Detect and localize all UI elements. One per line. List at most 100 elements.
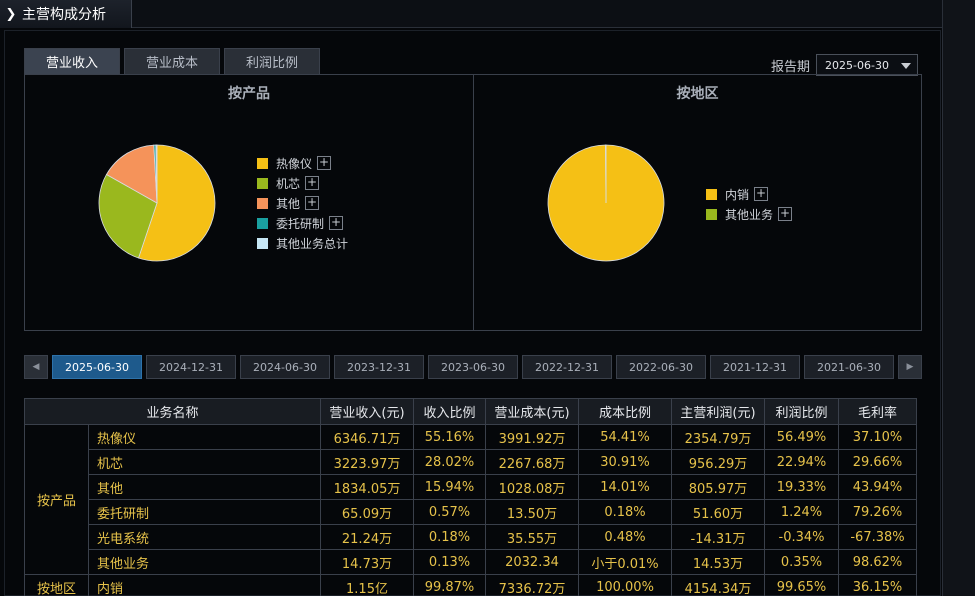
legend-label: 委托研制 — [276, 216, 325, 231]
group-cell: 按地区 — [24, 574, 89, 596]
value-cell: 13.50万 — [485, 499, 579, 525]
column-header[interactable]: 毛利率 — [838, 398, 917, 425]
value-cell: 54.41% — [578, 424, 672, 450]
tab-cost[interactable]: 营业成本 — [124, 48, 220, 74]
expand-plus-icon[interactable]: + — [317, 156, 332, 170]
legend-item[interactable]: 其他业务 + — [706, 206, 793, 222]
value-cell: -67.38% — [838, 524, 917, 550]
column-header[interactable]: 主营利润(元) — [671, 398, 765, 425]
region-pie — [547, 144, 665, 262]
page-title: 主营构成分析 — [22, 7, 106, 23]
date-tab[interactable]: 2023-12-31 — [334, 355, 424, 379]
legend-item[interactable]: 其他 + — [257, 195, 348, 211]
table-row[interactable]: 委托研制 65.09万 0.57% 13.50万 0.18% 51.60万 1.24% 79.… — [25, 499, 917, 525]
expand-plus-icon[interactable]: + — [778, 207, 793, 221]
date-tab[interactable]: 2022-12-31 — [522, 355, 612, 379]
date-tab[interactable]: 2023-06-30 — [428, 355, 518, 379]
value-cell: 14.01% — [578, 474, 672, 500]
legend-swatch — [706, 188, 717, 200]
value-cell: 99.87% — [413, 574, 486, 596]
legend-item[interactable]: 委托研制 + — [257, 215, 348, 231]
composition-table: 业务名称 营业收入(元) 收入比例 营业成本(元) 成本比例 主营利润(元) 利润比例 毛利率… — [24, 398, 917, 596]
date-tab[interactable]: 2024-12-31 — [146, 355, 236, 379]
legend-swatch — [257, 157, 268, 169]
legend-label: 热像仪 — [276, 156, 313, 171]
table-row[interactable]: 其他业务 14.73万 0.13% 2032.34 小于0.01% 14.53万 0.35%… — [25, 549, 917, 575]
table-row[interactable]: 其他 1834.05万 15.94% 1028.08万 14.01% 805.97万 19.… — [25, 474, 917, 500]
charts-area: 按产品 热像仪 + 机芯 + 其他 + 委托研制 + 其他业务总计 按地区 内销 + 其他业务 + — [24, 74, 922, 331]
value-cell: 99.65% — [764, 574, 839, 596]
value-cell: 0.18% — [578, 499, 672, 525]
value-cell: 35.55万 — [485, 524, 579, 550]
table-row[interactable]: 光电系统 21.24万 0.18% 35.55万 0.48% -14.31万 -0.34% -… — [25, 524, 917, 550]
value-cell: 28.02% — [413, 449, 486, 475]
column-header[interactable]: 营业收入(元) — [320, 398, 414, 425]
value-cell: 3991.92万 — [485, 424, 579, 450]
chevron-right-icon: ❯ — [5, 6, 17, 22]
report-period-select[interactable]: 2025-06-30 — [816, 54, 919, 76]
value-cell: 56.49% — [764, 424, 839, 450]
next-dates-button[interactable]: ▶ — [898, 355, 922, 379]
value-cell: 79.26% — [838, 499, 917, 525]
table-row[interactable]: 按地区 内销 1.15亿 99.87% 7336.72万 100.00% 4154.34万 9… — [24, 574, 917, 596]
value-cell: 29.66% — [838, 449, 917, 475]
date-tab[interactable]: 2024-06-30 — [240, 355, 330, 379]
value-cell: 30.91% — [578, 449, 672, 475]
business-name-cell: 其他 — [88, 474, 321, 500]
legend-swatch — [706, 208, 717, 220]
value-cell: 98.62% — [838, 549, 917, 575]
column-header[interactable]: 营业成本(元) — [485, 398, 579, 425]
value-cell: 0.13% — [413, 549, 486, 575]
expand-plus-icon[interactable]: + — [754, 187, 769, 201]
column-header[interactable]: 成本比例 — [578, 398, 672, 425]
legend-swatch — [257, 177, 268, 189]
business-name-cell: 委托研制 — [88, 499, 321, 525]
value-cell: 37.10% — [838, 424, 917, 450]
value-cell: 2032.34 — [485, 549, 579, 575]
value-cell: 55.16% — [413, 424, 486, 450]
legend-label: 其他 — [276, 196, 301, 211]
product-legend: 热像仪 + 机芯 + 其他 + 委托研制 + 其他业务总计 — [257, 155, 348, 251]
legend-swatch — [257, 197, 268, 209]
legend-label: 其他业务 — [725, 207, 774, 222]
value-cell: 14.53万 — [671, 549, 765, 575]
expand-plus-icon[interactable]: + — [305, 176, 320, 190]
table-row[interactable]: 按产品 热像仪 6346.71万 55.16% 3991.92万 54.41% 2354.7… — [24, 424, 917, 575]
date-tab[interactable]: 2021-12-31 — [710, 355, 800, 379]
expand-plus-icon[interactable]: + — [305, 196, 320, 210]
date-tab[interactable]: 2021-06-30 — [804, 355, 894, 379]
legend-item[interactable]: 其他业务总计 — [257, 235, 348, 251]
legend-item[interactable]: 机芯 + — [257, 175, 348, 191]
legend-item[interactable]: 内销 + — [706, 186, 792, 202]
value-cell: 100.00% — [578, 574, 672, 596]
column-header[interactable]: 收入比例 — [413, 398, 486, 425]
tab-profit-ratio[interactable]: 利润比例 — [224, 48, 320, 74]
date-tab[interactable]: 2022-06-30 — [616, 355, 706, 379]
value-cell: -14.31万 — [671, 524, 765, 550]
column-header[interactable]: 业务名称 — [24, 398, 321, 425]
value-cell: 6346.71万 — [320, 424, 414, 450]
value-cell: 1.15亿 — [320, 574, 414, 596]
value-cell: 3223.97万 — [320, 449, 414, 475]
legend-swatch — [257, 217, 268, 229]
business-name-cell: 热像仪 — [88, 424, 321, 450]
title-tab[interactable]: ❯ 主营构成分析 — [0, 0, 132, 28]
tab-revenue[interactable]: 营业收入 — [24, 48, 120, 74]
value-cell: 956.29万 — [671, 449, 765, 475]
prev-dates-button[interactable]: ◀ — [24, 355, 48, 379]
value-cell: 2354.79万 — [671, 424, 765, 450]
value-cell: 2267.68万 — [485, 449, 579, 475]
expand-plus-icon[interactable]: + — [329, 216, 344, 230]
value-cell: 0.57% — [413, 499, 486, 525]
product-pie — [98, 144, 216, 262]
legend-label: 机芯 — [276, 176, 301, 191]
business-name-cell: 机芯 — [88, 449, 321, 475]
value-cell: 1028.08万 — [485, 474, 579, 500]
report-period: 报告期 2025-06-30 — [771, 54, 919, 76]
legend-item[interactable]: 热像仪 + — [257, 155, 348, 171]
column-header[interactable]: 利润比例 — [764, 398, 839, 425]
date-tab[interactable]: 2025-06-30 — [52, 355, 142, 379]
table-row[interactable]: 机芯 3223.97万 28.02% 2267.68万 30.91% 956.29万 22.… — [25, 449, 917, 475]
value-cell: 36.15% — [838, 574, 917, 596]
report-period-label: 报告期 — [771, 59, 811, 75]
